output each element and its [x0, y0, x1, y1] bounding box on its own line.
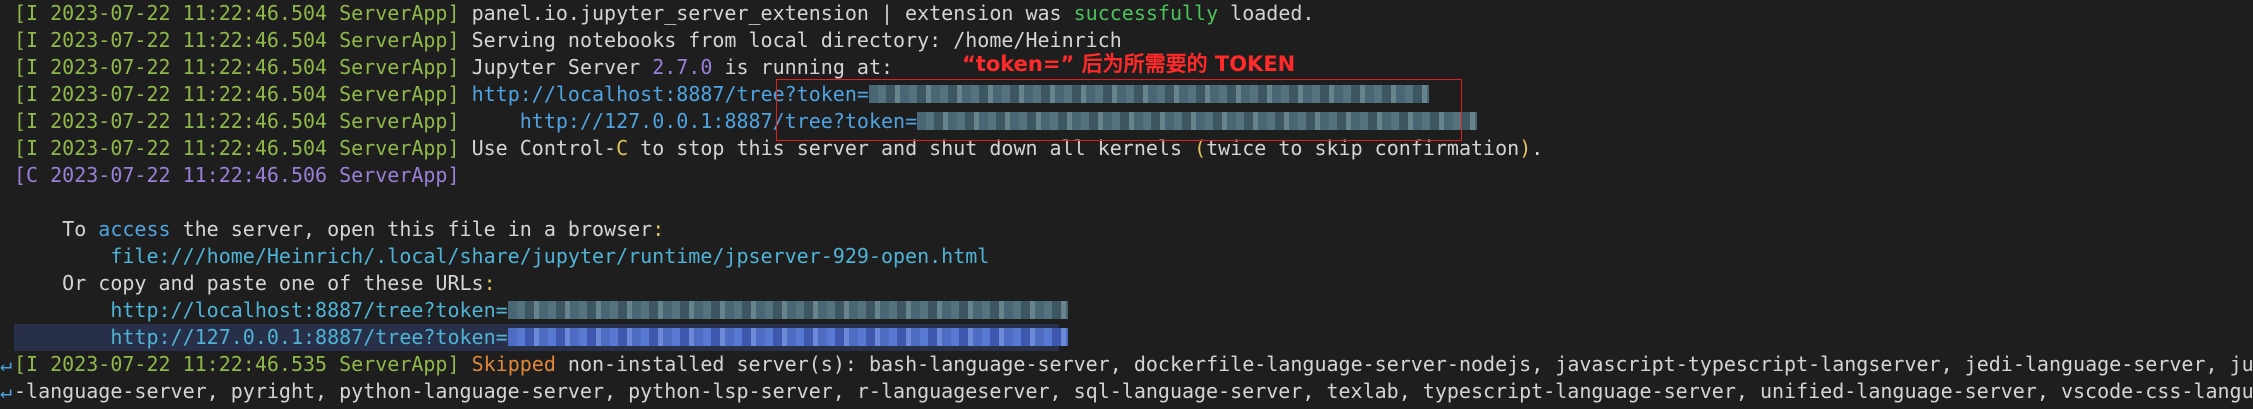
redacted-token — [507, 301, 1068, 319]
log-line: [I 2023-07-22 11:22:46.535 ServerApp] Sk… — [14, 352, 2253, 376]
token-highlight-box — [776, 79, 1462, 141]
log-line: http://127.0.0.1:8887/tree?token= — [14, 324, 1068, 351]
redacted-token — [507, 328, 1068, 346]
log-line: Or copy and paste one of these URLs: — [14, 271, 496, 295]
log-line: [I 2023-07-22 11:22:46.504 ServerApp] Se… — [14, 28, 1122, 52]
loopback-url-link[interactable]: http://127.0.0.1:8887/tree?token= — [110, 325, 507, 349]
localhost-url-link[interactable]: http://localhost:8887/tree?token= — [110, 298, 507, 322]
log-line: -language-server, pyright, python-langua… — [14, 379, 2253, 403]
log-line: file:///home/Heinrich/.local/share/jupyt… — [14, 243, 989, 270]
token-annotation: “token=” 后为所需要的 TOKEN — [962, 52, 1296, 76]
log-line: [C 2023-07-22 11:22:46.506 ServerApp] — [14, 163, 460, 187]
line-wrap-icon: ↵ — [0, 379, 13, 403]
log-line: To access the server, open this file in … — [14, 217, 665, 241]
runtime-file-link[interactable]: file:///home/Heinrich/.local/share/jupyt… — [110, 244, 989, 268]
log-line: [I 2023-07-22 11:22:46.504 ServerApp] Ju… — [14, 55, 894, 79]
log-line: http://localhost:8887/tree?token= — [14, 297, 1068, 324]
log-line: [I 2023-07-22 11:22:46.504 ServerApp] pa… — [14, 1, 1315, 25]
line-wrap-icon: ↵ — [0, 352, 13, 376]
